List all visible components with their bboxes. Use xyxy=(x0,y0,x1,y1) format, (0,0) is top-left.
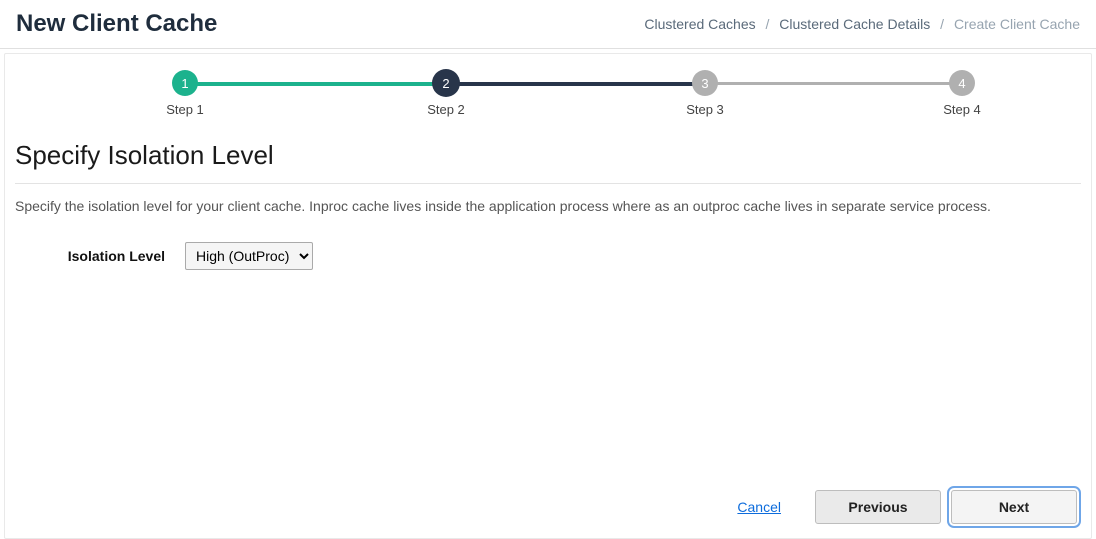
step-node-2[interactable]: 2 xyxy=(432,69,460,97)
step-label-4: Step 4 xyxy=(922,102,1002,117)
step-label-1: Step 1 xyxy=(145,102,225,117)
step-number: 2 xyxy=(442,76,449,91)
step-number: 4 xyxy=(958,76,965,91)
isolation-select[interactable]: High (OutProc) xyxy=(185,242,313,270)
step-number: 1 xyxy=(181,76,188,91)
stepper-track-2 xyxy=(443,82,693,86)
section-description: Specify the isolation level for your cli… xyxy=(15,198,1081,214)
step-label-3: Step 3 xyxy=(665,102,745,117)
breadcrumb-link-cache-details[interactable]: Clustered Cache Details xyxy=(779,16,930,32)
previous-button[interactable]: Previous xyxy=(815,490,941,524)
breadcrumb-separator: / xyxy=(940,16,944,32)
isolation-row: Isolation Level High (OutProc) xyxy=(15,242,1091,270)
wizard-panel: 1 Step 1 2 Step 2 3 Step 3 4 Step 4 Spec… xyxy=(4,53,1092,539)
wizard-footer: Cancel Previous Next xyxy=(737,490,1077,524)
header-bar: New Client Cache Clustered Caches / Clus… xyxy=(0,0,1096,49)
breadcrumb-current: Create Client Cache xyxy=(954,16,1080,32)
step-node-3[interactable]: 3 xyxy=(692,70,718,96)
cancel-link[interactable]: Cancel xyxy=(737,499,781,515)
divider xyxy=(15,183,1081,184)
stepper: 1 Step 1 2 Step 2 3 Step 3 4 Step 4 xyxy=(5,66,1091,136)
breadcrumb: Clustered Caches / Clustered Cache Detai… xyxy=(644,16,1080,32)
page-title: New Client Cache xyxy=(16,10,217,38)
step-number: 3 xyxy=(701,76,708,91)
breadcrumb-link-clustered-caches[interactable]: Clustered Caches xyxy=(644,16,755,32)
next-button[interactable]: Next xyxy=(951,490,1077,524)
step-label-2: Step 2 xyxy=(406,102,486,117)
stepper-track-1 xyxy=(185,82,433,86)
breadcrumb-separator: / xyxy=(766,16,770,32)
section-heading: Specify Isolation Level xyxy=(15,140,1081,171)
isolation-label: Isolation Level xyxy=(15,248,185,264)
stepper-track-3 xyxy=(703,82,953,85)
step-node-1[interactable]: 1 xyxy=(172,70,198,96)
step-node-4[interactable]: 4 xyxy=(949,70,975,96)
